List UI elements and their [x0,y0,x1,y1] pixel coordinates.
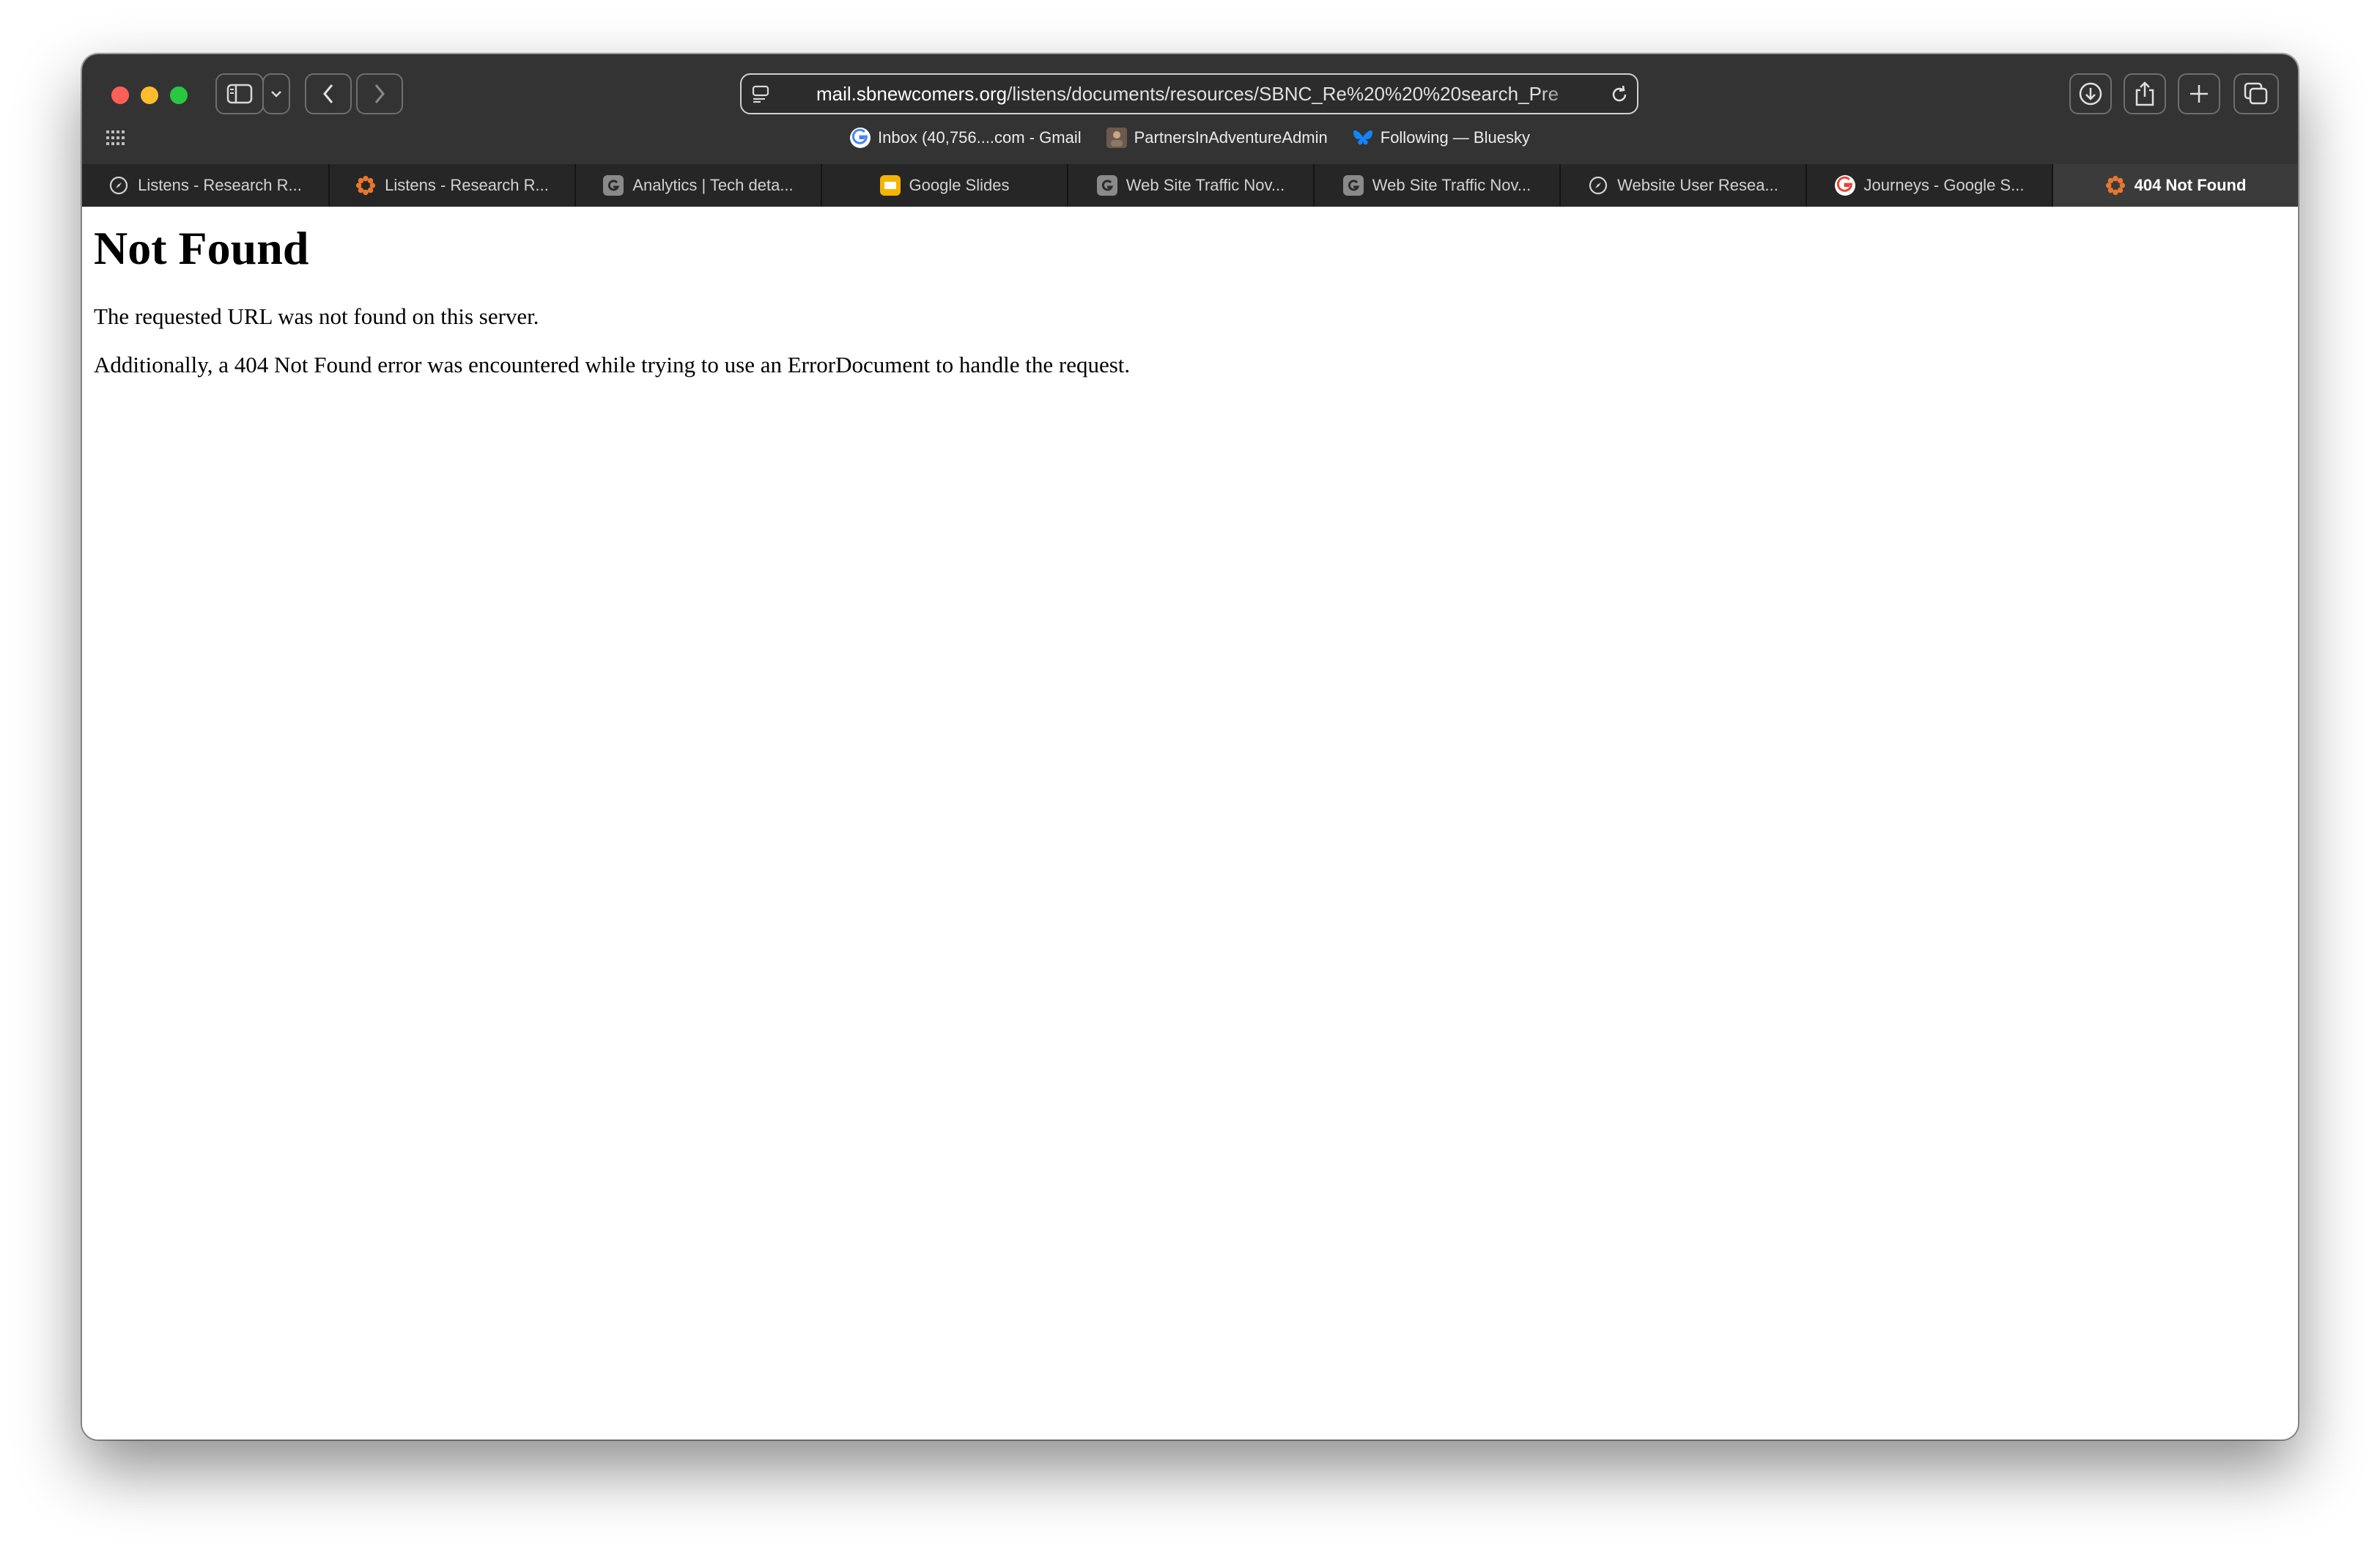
tab-label: Web Site Traffic Nov... [1126,176,1285,194]
page-settings-icon [752,85,769,103]
favorite-bluesky[interactable]: Following — Bluesky [1353,123,1530,152]
share-icon [2135,81,2154,106]
tab-web-site-traffic-2[interactable]: Web Site Traffic Nov... [1313,164,1559,207]
browser-window: mail.sbnewcomers.org/listens/documents/r… [82,54,2298,1440]
chevron-right-icon [374,84,385,103]
slides-icon [879,175,901,196]
google-icon [850,128,871,148]
chevron-left-icon [323,84,333,103]
plus-icon [2190,85,2208,103]
close-window-button[interactable] [111,86,129,104]
tab-listens-research-1[interactable]: Listens - Research R... [82,164,328,207]
tab-label: Website User Resea... [1617,176,1778,194]
download-icon [2079,82,2102,106]
gear-flower-icon [355,175,376,196]
url-path: /listens/documents/resources/SBNC_Re%20%… [1007,83,1559,105]
tab-website-user-research[interactable]: Website User Resea... [1559,164,1806,207]
reload-icon[interactable] [1609,84,1630,105]
tab-label: 404 Not Found [2134,176,2247,194]
address-bar[interactable]: mail.sbnewcomers.org/listens/documents/r… [740,73,1638,114]
tab-overview-icon [2244,82,2268,105]
error-message: The requested URL was not found on this … [94,303,539,329]
tab-analytics-tech-details[interactable]: Analytics | Tech deta... [574,164,821,207]
tab-group-dropdown-button[interactable] [262,73,290,114]
letter-g-icon [603,175,624,196]
favorite-gmail[interactable]: Inbox (40,756....com - Gmail [850,123,1082,152]
butterfly-icon [1353,128,1373,148]
additional-error-message: Additionally, a 404 Not Found error was … [94,352,1131,377]
tab-label: Listens - Research R... [138,176,302,194]
favorite-partners-admin[interactable]: PartnersInAdventureAdmin [1106,123,1328,152]
favorite-label: Inbox (40,756....com - Gmail [878,128,1082,147]
avatar-icon [1106,128,1127,148]
favorites-bar: Inbox (40,756....com - Gmail PartnersInA… [82,123,2298,152]
tab-label: Listens - Research R... [385,176,549,194]
zoom-window-button[interactable] [170,86,188,104]
tab-404-not-found[interactable]: 404 Not Found [2052,164,2298,207]
chevron-down-icon [271,91,281,97]
letter-g-icon [1096,175,1117,196]
compass-icon [108,175,129,196]
tab-label: Analytics | Tech deta... [632,176,794,194]
share-button[interactable] [2124,73,2166,114]
minimize-window-button[interactable] [141,86,158,104]
tab-bar: Listens - Research R... Listens - Resear… [82,164,2298,207]
letter-g-icon [1342,175,1364,196]
favorite-label: Following — Bluesky [1380,128,1530,147]
page-title: Not Found [94,222,309,274]
forward-button[interactable] [356,73,403,114]
page-content: Not Found The requested URL was not foun… [82,207,2298,1440]
downloads-button[interactable] [2069,73,2112,114]
url-text[interactable]: mail.sbnewcomers.org/listens/documents/r… [816,75,1586,113]
gear-flower-icon [2105,175,2126,196]
window-controls [111,84,188,106]
favorites-list: Inbox (40,756....com - Gmail PartnersInA… [82,123,2298,152]
compass-icon [1588,175,1608,196]
tab-listens-research-2[interactable]: Listens - Research R... [328,164,574,207]
new-tab-button[interactable] [2178,73,2220,114]
google-icon [1834,175,1855,196]
tab-overview-button[interactable] [2233,73,2279,114]
tab-label: Web Site Traffic Nov... [1372,176,1531,194]
tab-web-site-traffic-1[interactable]: Web Site Traffic Nov... [1067,164,1313,207]
tab-label: Google Slides [909,176,1010,194]
tab-label: Journeys - Google S... [1863,176,2025,194]
sidebar-toggle-button[interactable] [215,73,264,114]
tab-google-slides[interactable]: Google Slides [821,164,1067,207]
back-button[interactable] [305,73,352,114]
desktop: mail.sbnewcomers.org/listens/documents/r… [0,0,2380,1548]
url-host: mail.sbnewcomers.org [816,83,1008,105]
favorite-label: PartnersInAdventureAdmin [1134,128,1328,147]
browser-toolbar: mail.sbnewcomers.org/listens/documents/r… [82,54,2298,207]
sidebar-icon [226,84,253,104]
tab-journeys-google[interactable]: Journeys - Google S... [1806,164,2052,207]
